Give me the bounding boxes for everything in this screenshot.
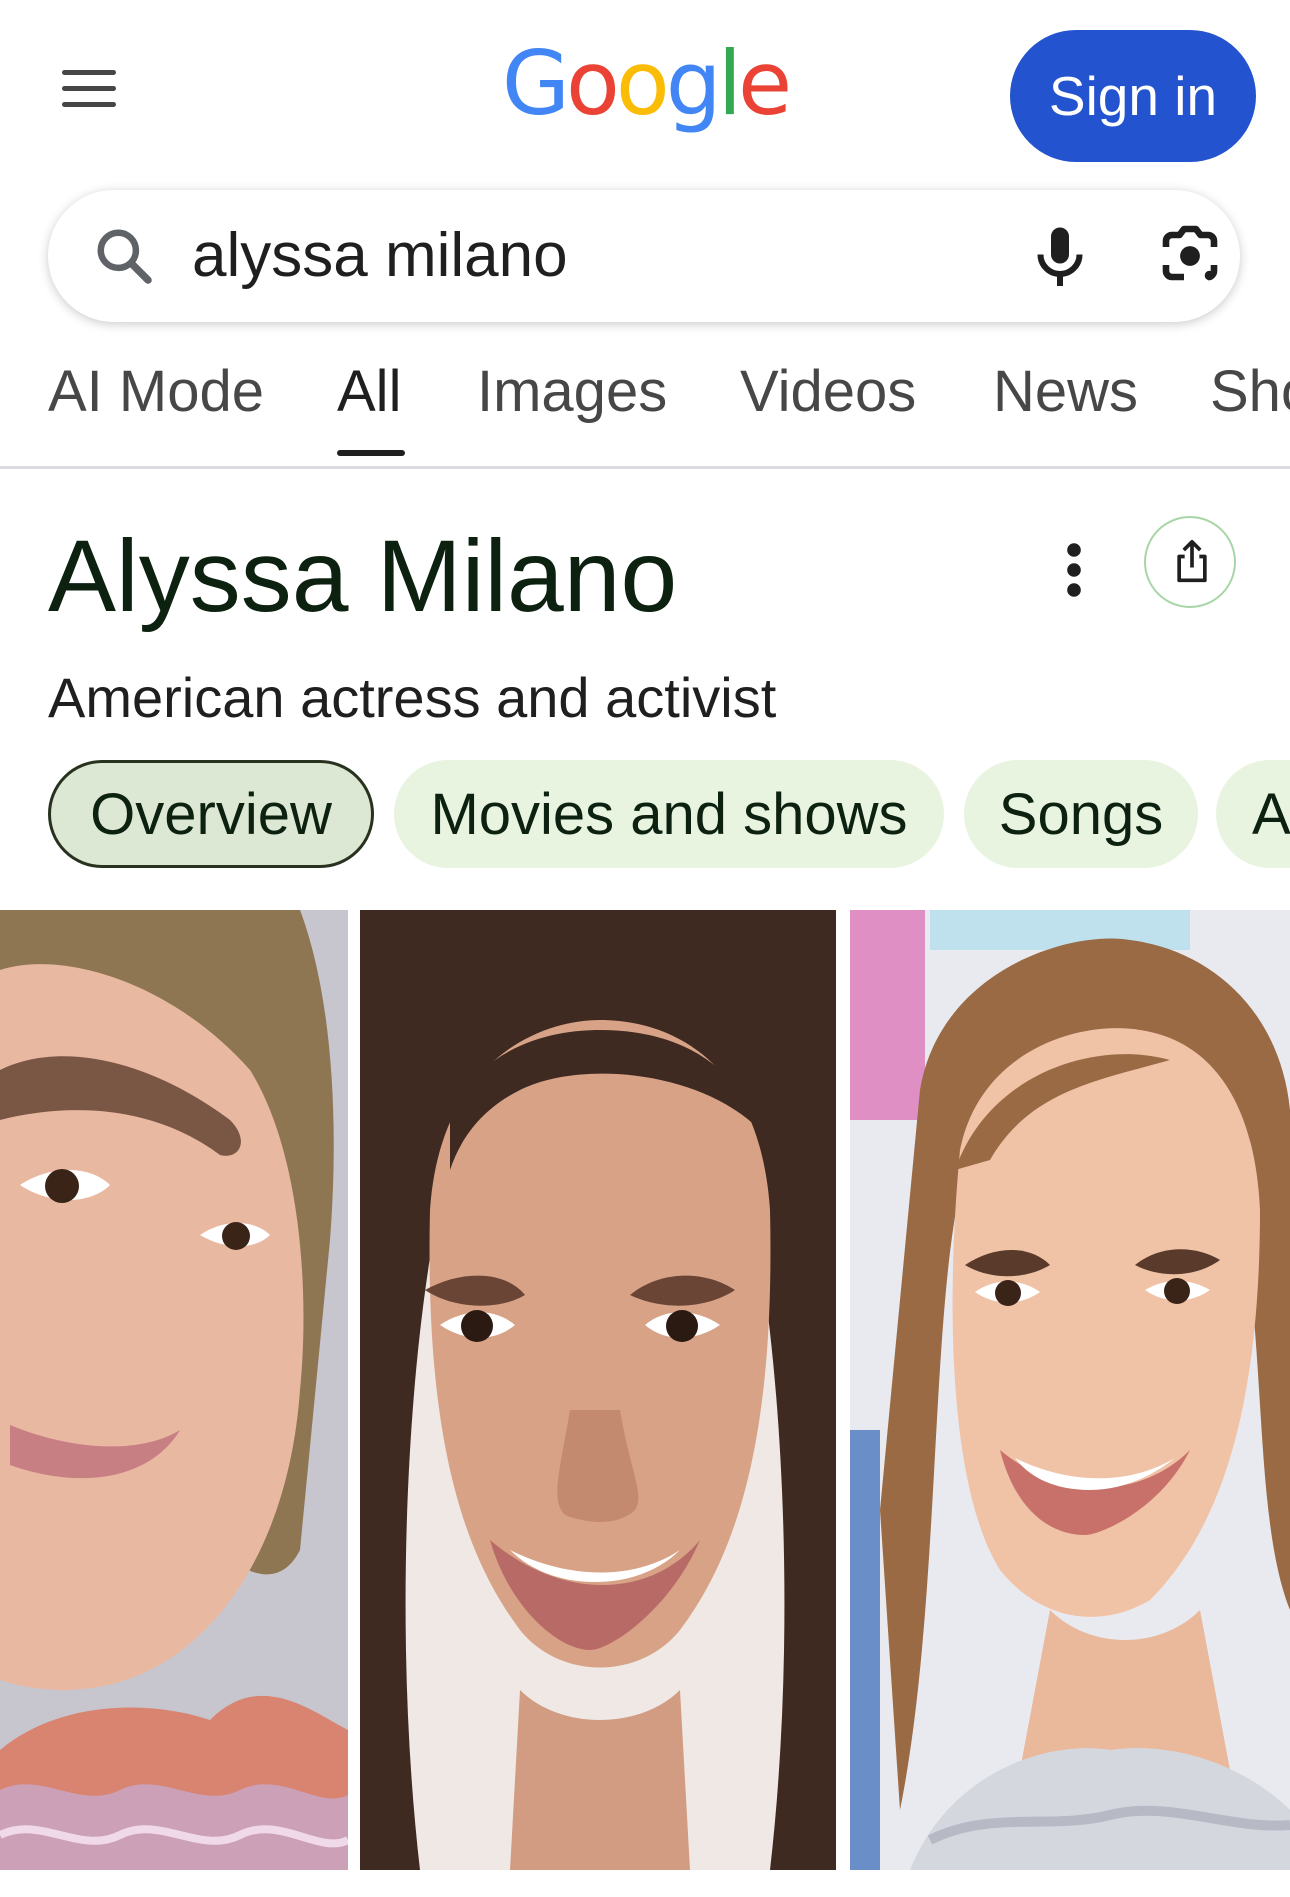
share-button[interactable]: [1144, 516, 1236, 608]
search-box[interactable]: alyssa milano: [48, 190, 1240, 322]
photo-2[interactable]: [360, 910, 836, 1870]
tab-ai-mode[interactable]: AI Mode: [48, 358, 264, 425]
tab-images[interactable]: Images: [477, 358, 667, 425]
chip-more[interactable]: A: [1216, 760, 1290, 868]
chip-songs[interactable]: Songs: [964, 760, 1198, 868]
more-vert-icon[interactable]: [1054, 540, 1094, 600]
tab-all[interactable]: All: [337, 358, 401, 425]
photo-3[interactable]: [850, 910, 1290, 1870]
knowledge-panel-title: Alyssa Milano: [48, 519, 678, 633]
microphone-icon[interactable]: [1024, 220, 1096, 292]
search-input[interactable]: alyssa milano: [192, 220, 568, 292]
top-bar: Google Sign in: [0, 0, 1290, 180]
chip-movies-and-shows[interactable]: Movies and shows: [394, 760, 944, 868]
tab-videos[interactable]: Videos: [740, 358, 916, 425]
knowledge-panel-subtitle: American actress and activist: [48, 666, 777, 729]
lens-camera-icon[interactable]: [1154, 220, 1226, 292]
search-icon: [97, 229, 152, 284]
sign-in-button[interactable]: Sign in: [1010, 30, 1256, 162]
tab-news[interactable]: News: [993, 358, 1138, 425]
tab-shopping[interactable]: Sho: [1210, 358, 1290, 425]
image-carousel: [0, 910, 1290, 1870]
search-tabs: AI Mode All Images Videos News Sho: [0, 350, 1290, 469]
photo-1[interactable]: [0, 910, 348, 1870]
topic-chips: Overview Movies and shows Songs A: [0, 760, 1290, 870]
share-icon: [1177, 539, 1207, 583]
chip-overview[interactable]: Overview: [48, 760, 374, 868]
active-tab-indicator: [337, 450, 405, 456]
